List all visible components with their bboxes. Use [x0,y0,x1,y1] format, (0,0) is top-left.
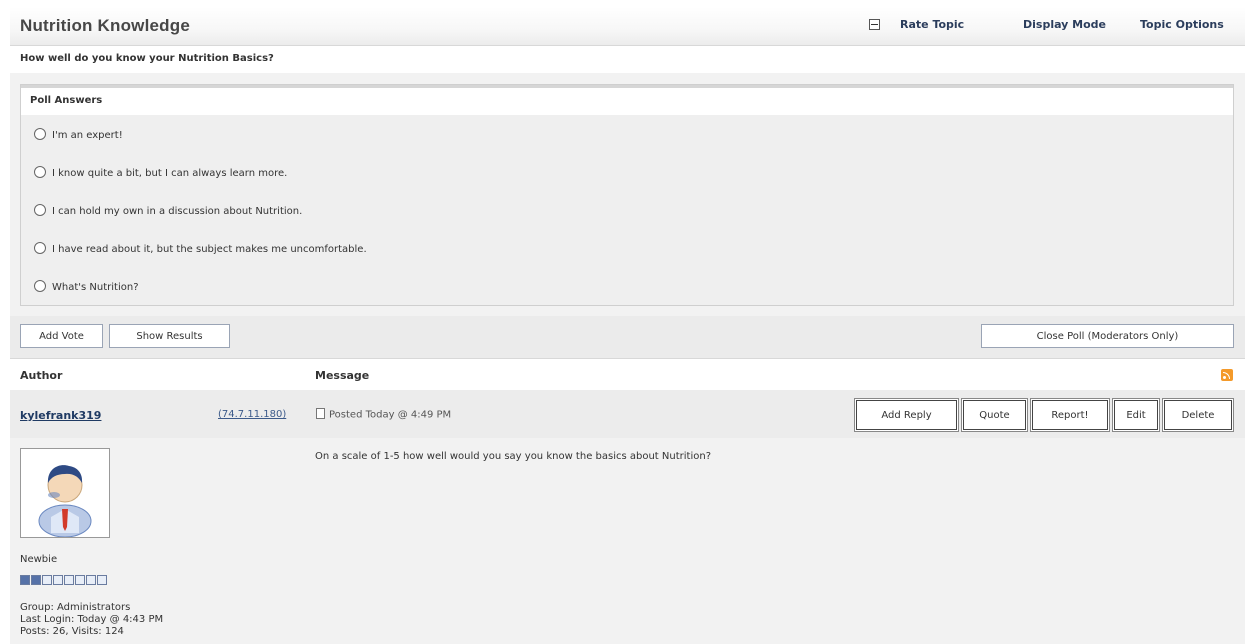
poll-option[interactable]: I'm an expert! [34,128,123,141]
poll-question-bar: How well do you know your Nutrition Basi… [10,47,1245,73]
avatar[interactable] [20,448,110,538]
rank-pips [20,575,108,585]
rank-pip [20,575,30,585]
topic-title: Nutrition Knowledge [20,16,191,35]
radio-icon[interactable] [34,280,46,292]
user-rank: Newbie [20,554,58,565]
poll-answers-header: Poll Answers [21,85,1233,115]
post-header-row: kylefrank319 (74.7.11.180) Posted Today … [10,390,1245,438]
user-posts-visits: Posts: 26, Visits: 124 [20,626,124,637]
rank-pip [42,575,52,585]
poll-option[interactable]: I can hold my own in a discussion about … [34,204,302,217]
user-group: Group: Administrators [20,602,131,613]
topic-options-link[interactable]: Topic Options [1140,18,1224,31]
column-header-row: Author Message [10,362,1245,390]
poll-option[interactable]: I have read about it, but the subject ma… [34,242,367,255]
poll-option[interactable]: I know quite a bit, but I can always lea… [34,166,287,179]
quote-button[interactable]: Quote [962,399,1027,431]
rank-pip [75,575,85,585]
add-reply-button[interactable]: Add Reply [855,399,958,431]
display-mode-link[interactable]: Display Mode [1023,18,1106,31]
report-button[interactable]: Report! [1031,399,1109,431]
poll-button-bar: Add Vote Show Results Close Poll (Modera… [10,316,1245,359]
rss-feed-icon[interactable] [1221,369,1233,381]
edit-button[interactable]: Edit [1113,399,1159,431]
author-link[interactable]: kylefrank319 [20,409,101,422]
poll-answers-box: Poll Answers I'm an expert! I know quite… [20,84,1234,306]
show-results-button[interactable]: Show Results [109,324,230,348]
document-icon [316,408,325,419]
author-column-header: Author [20,369,63,382]
post-message: On a scale of 1-5 how well would you say… [315,451,711,462]
user-last-login: Last Login: Today @ 4:43 PM [20,614,164,625]
topic-header: Nutrition Knowledge Rate Topic Display M… [10,7,1245,46]
message-column-header: Message [315,369,370,382]
rank-pip [53,575,63,585]
radio-icon[interactable] [34,204,46,216]
radio-icon[interactable] [34,242,46,254]
poll-question: How well do you know your Nutrition Basi… [20,53,274,64]
rank-pip [97,575,107,585]
add-vote-button[interactable]: Add Vote [20,324,103,348]
user-avatar-icon [38,465,92,538]
rank-pip [31,575,41,585]
poll-option[interactable]: What's Nutrition? [34,280,139,293]
delete-button[interactable]: Delete [1163,399,1233,431]
post-body: On a scale of 1-5 how well would you say… [10,438,1245,644]
ip-address-link[interactable]: (74.7.11.180) [218,409,286,420]
radio-icon[interactable] [34,166,46,178]
radio-icon[interactable] [34,128,46,140]
poll-answers-title: Poll Answers [30,95,103,106]
rank-pip [64,575,74,585]
post-timestamp: Posted Today @ 4:49 PM [316,408,451,421]
close-poll-button[interactable]: Close Poll (Moderators Only) [981,324,1234,348]
rate-topic-link[interactable]: Rate Topic [900,18,964,31]
minus-box-icon[interactable] [869,19,880,30]
rank-pip [86,575,96,585]
